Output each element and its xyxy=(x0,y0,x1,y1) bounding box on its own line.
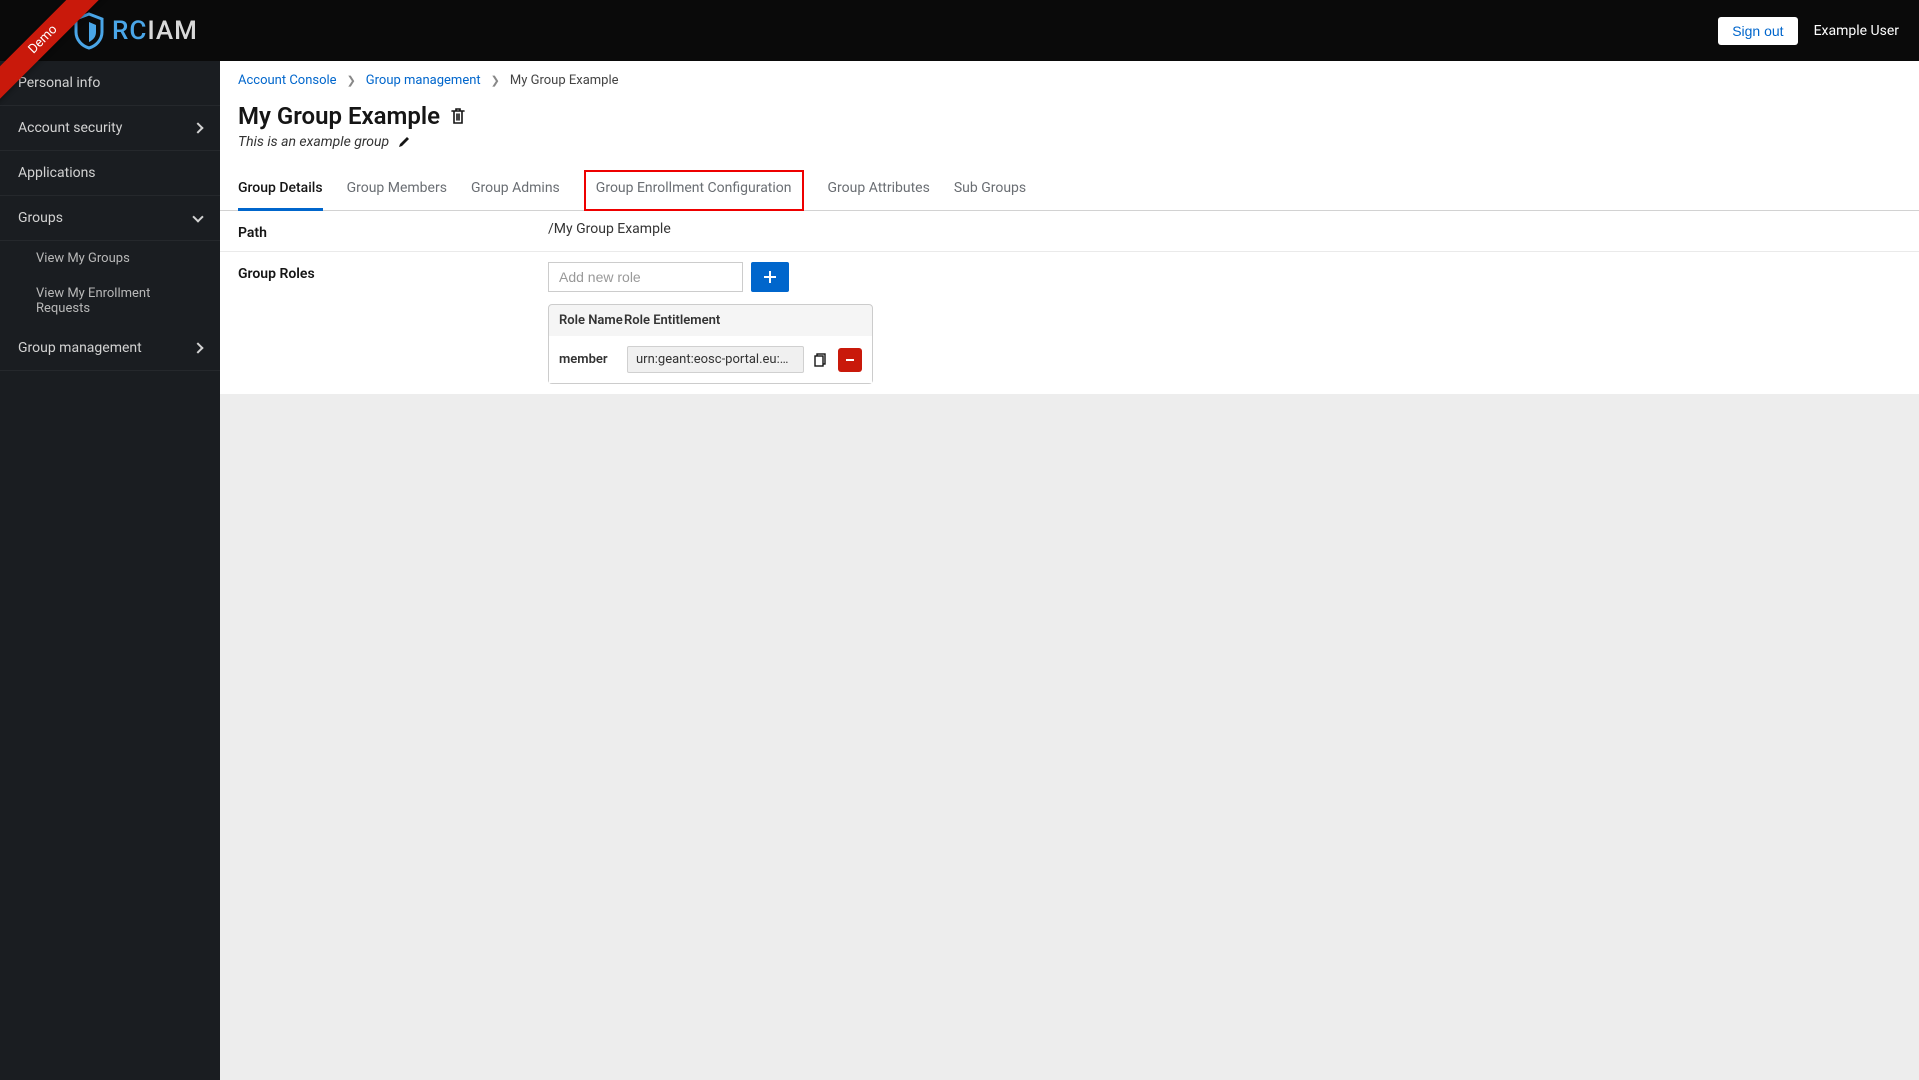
sidebar-item-group-management[interactable]: Group management xyxy=(0,326,220,371)
sidebar-item-label: View My Groups xyxy=(36,251,130,266)
breadcrumb-current: My Group Example xyxy=(510,73,619,88)
tab-group-details[interactable]: Group Details xyxy=(238,170,323,211)
role-entitlement: urn:geant:eosc-portal.eu:grou … xyxy=(627,346,804,373)
sidebar-item-label: View My Enrollment Requests xyxy=(36,286,202,316)
minus-icon xyxy=(844,354,856,366)
chevron-right-icon: ❯ xyxy=(491,74,500,87)
shield-logo-icon xyxy=(72,12,106,50)
add-role-input[interactable] xyxy=(548,262,743,292)
sidebar-item-label: Applications xyxy=(18,165,96,181)
sidebar-item-view-enrollment-requests[interactable]: View My Enrollment Requests xyxy=(0,276,220,326)
user-label: Example User xyxy=(1814,23,1899,39)
brand-rc: RC xyxy=(112,16,147,46)
sidebar-item-applications[interactable]: Applications xyxy=(0,151,220,196)
breadcrumb: Account Console ❯ Group management ❯ My … xyxy=(220,61,1919,96)
tab-group-admins[interactable]: Group Admins xyxy=(471,170,560,211)
trash-icon[interactable] xyxy=(450,107,466,125)
tab-group-members[interactable]: Group Members xyxy=(347,170,447,211)
content: Account Console ❯ Group management ❯ My … xyxy=(220,61,1919,1080)
sidebar-item-label: Groups xyxy=(18,210,63,226)
sidebar-item-label: Group management xyxy=(18,340,142,356)
plus-icon xyxy=(763,270,777,284)
sidebar-item-groups[interactable]: Groups xyxy=(0,196,220,241)
sidebar-item-label: Personal info xyxy=(18,75,100,91)
path-label: Path xyxy=(238,221,548,241)
page-title-text: My Group Example xyxy=(238,102,440,130)
chevron-right-icon xyxy=(192,342,203,353)
sidebar-item-account-security[interactable]: Account security xyxy=(0,106,220,151)
tab-group-enrollment-config[interactable]: Group Enrollment Configuration xyxy=(584,170,804,211)
tab-group-attributes[interactable]: Group Attributes xyxy=(828,170,930,211)
pencil-icon[interactable] xyxy=(397,135,411,149)
logo[interactable]: RCIAM xyxy=(72,12,198,50)
table-row: member urn:geant:eosc-portal.eu:grou … xyxy=(549,336,872,383)
breadcrumb-account-console[interactable]: Account Console xyxy=(238,73,337,88)
sidebar-item-label: Account security xyxy=(18,120,122,136)
chevron-down-icon xyxy=(192,211,203,222)
header: RCIAM Sign out Example User xyxy=(0,0,1919,61)
chevron-right-icon xyxy=(192,122,203,133)
role-name: member xyxy=(559,352,621,367)
remove-role-button[interactable] xyxy=(838,348,862,372)
tabs: Group Details Group Members Group Admins… xyxy=(220,170,1919,211)
sidebar: Personal info Account security Applicati… xyxy=(0,61,220,1080)
roles-label: Group Roles xyxy=(238,262,548,282)
copy-icon xyxy=(814,353,828,367)
roles-col-name: Role Name xyxy=(559,313,624,328)
roles-table: Role Name Role Entitlement member urn:ge… xyxy=(548,304,873,384)
tab-sub-groups[interactable]: Sub Groups xyxy=(954,170,1026,211)
breadcrumb-group-management[interactable]: Group management xyxy=(366,73,481,88)
signout-button[interactable]: Sign out xyxy=(1718,17,1797,45)
brand-iam: IAM xyxy=(147,16,198,46)
page-description: This is an example group xyxy=(238,134,389,150)
roles-col-entitlement: Role Entitlement xyxy=(624,313,862,328)
sidebar-item-personal-info[interactable]: Personal info xyxy=(0,61,220,106)
page-title: My Group Example xyxy=(238,102,1901,130)
sidebar-item-view-my-groups[interactable]: View My Groups xyxy=(0,241,220,276)
add-role-button[interactable] xyxy=(751,262,789,292)
path-value: /My Group Example xyxy=(548,221,1901,237)
copy-button[interactable] xyxy=(810,349,832,371)
chevron-right-icon: ❯ xyxy=(347,74,356,87)
